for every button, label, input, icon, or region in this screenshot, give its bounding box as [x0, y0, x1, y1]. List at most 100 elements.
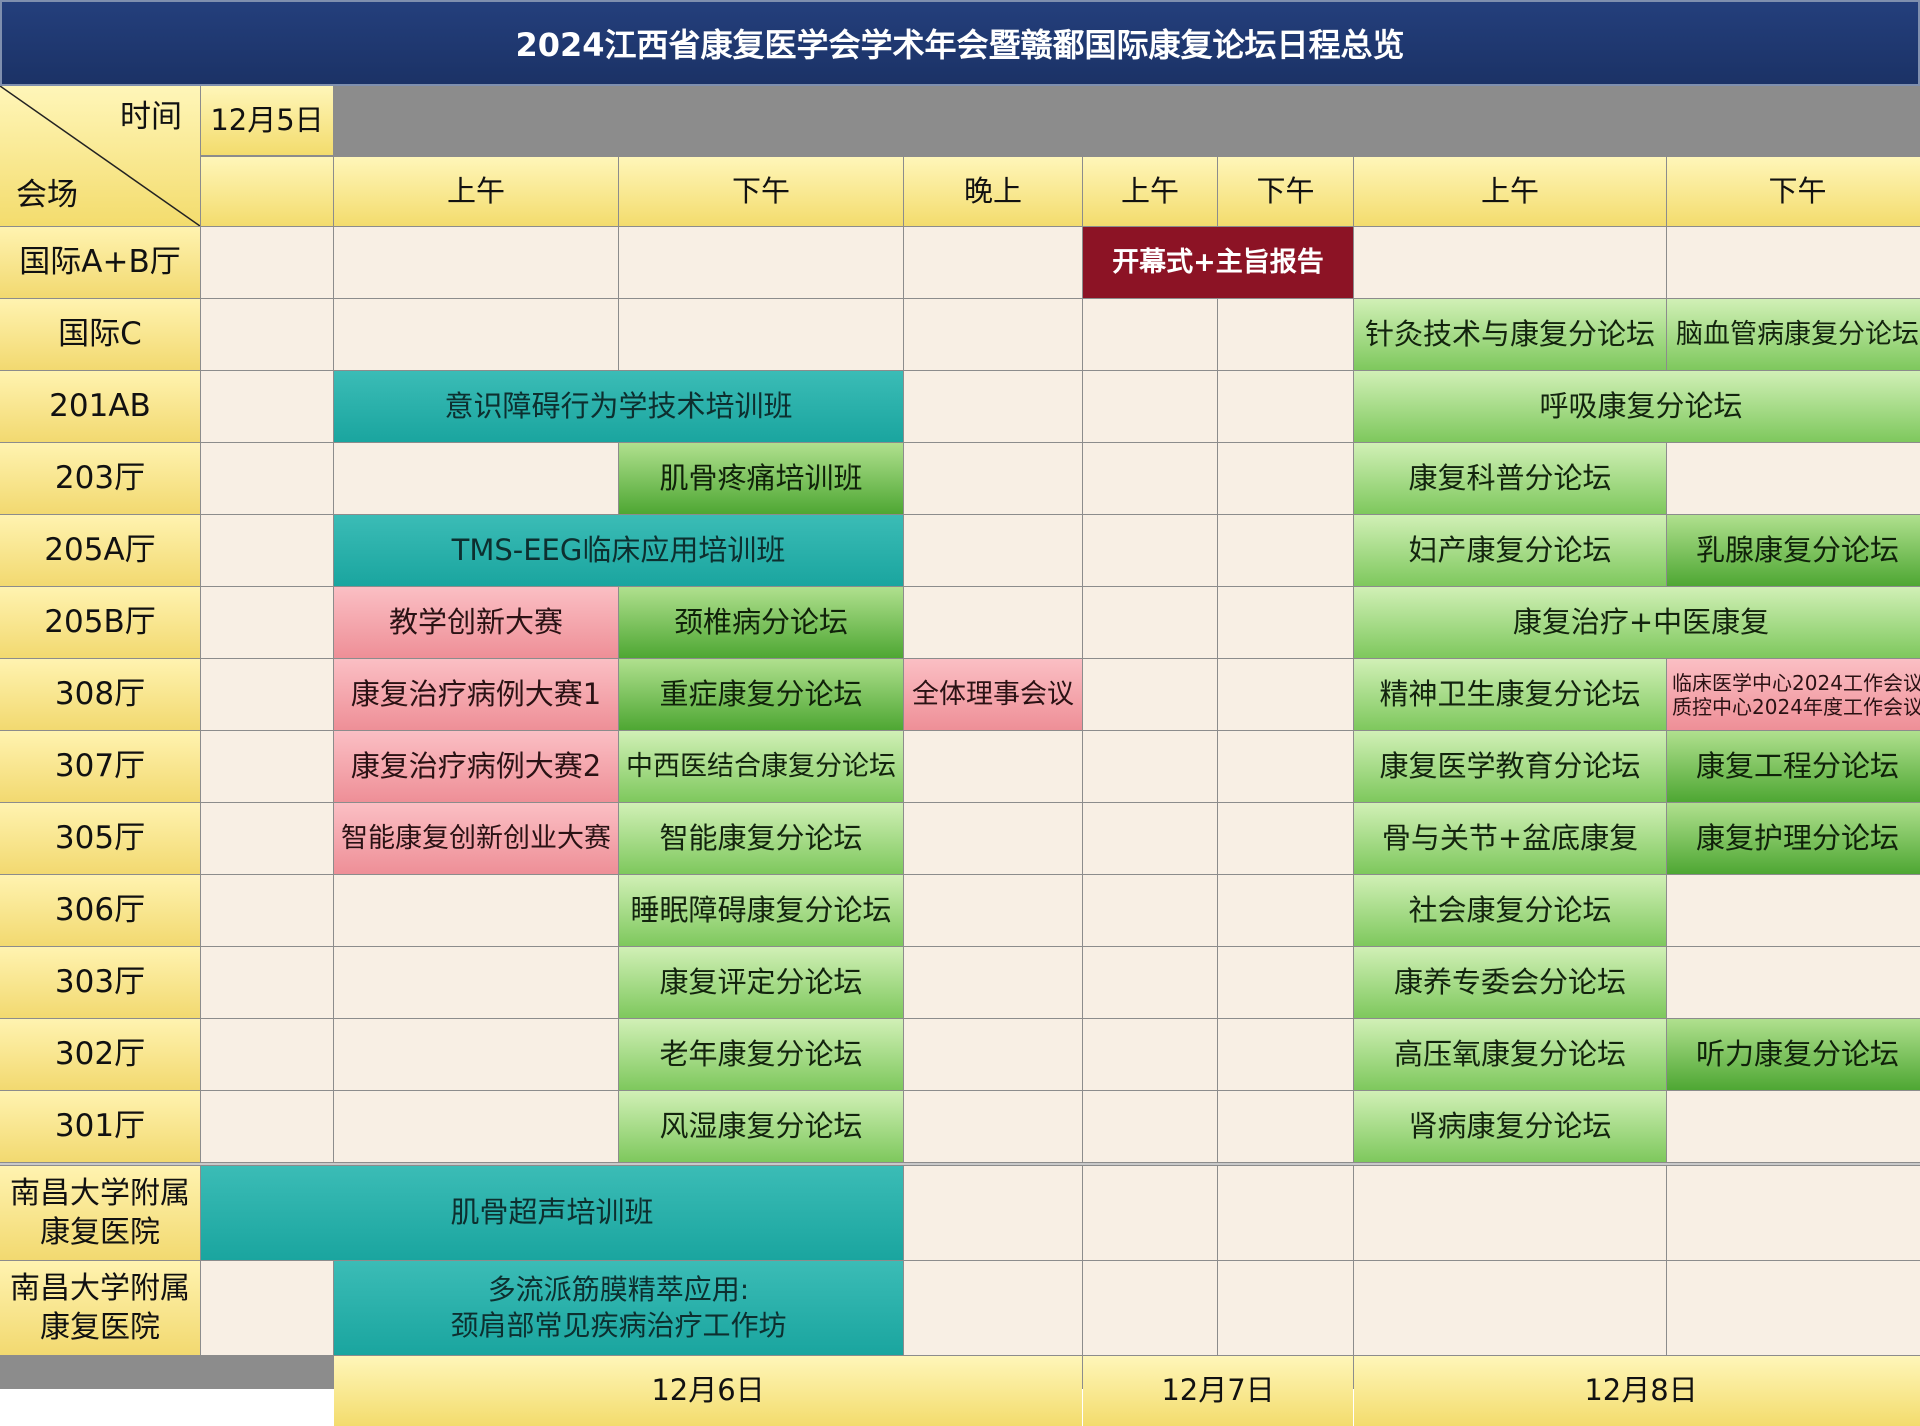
empty-cell	[1083, 443, 1217, 514]
empty-cell	[1083, 1091, 1217, 1162]
empty-cell	[201, 731, 333, 802]
empty-cell	[1218, 371, 1353, 442]
schedule-page: 2024江西省康复医学会学术年会暨赣鄱国际康复论坛日程总览 时间 会场 12月5…	[0, 0, 1920, 1426]
session-fascia-line2: 颈肩部常见疾病治疗工作坊	[450, 1309, 787, 1342]
empty-cell	[201, 947, 333, 1018]
session-case1: 康复治疗病例大赛1	[334, 659, 618, 730]
period-dec5-empty	[201, 157, 333, 226]
empty-cell	[1218, 1019, 1353, 1090]
empty-cell	[1667, 947, 1920, 1018]
venue-205a: 205A厅	[0, 515, 200, 586]
session-obstetric: 妇产康复分论坛	[1354, 515, 1666, 586]
venue-305: 305厅	[0, 803, 200, 874]
session-teaching: 教学创新大赛	[334, 587, 618, 658]
empty-cell	[1218, 299, 1353, 370]
empty-cell	[1218, 803, 1353, 874]
empty-cell	[201, 587, 333, 658]
empty-cell	[201, 443, 333, 514]
empty-cell	[904, 443, 1082, 514]
session-mental: 精神卫生康复分论坛	[1354, 659, 1666, 730]
empty-cell	[1083, 731, 1217, 802]
period-dec6-pm: 下午	[619, 157, 903, 226]
session-education: 康复医学教育分论坛	[1354, 731, 1666, 802]
empty-cell	[1218, 515, 1353, 586]
empty-cell	[904, 227, 1082, 298]
empty-cell	[1083, 803, 1217, 874]
session-smart-contest: 智能康复创新创业大赛	[334, 803, 618, 874]
empty-cell	[334, 299, 618, 370]
venue-303: 303厅	[0, 947, 200, 1018]
session-council: 全体理事会议	[904, 659, 1082, 730]
session-opening: 开幕式+主旨报告	[1083, 227, 1353, 298]
date-dec8: 12月8日	[1354, 1356, 1920, 1426]
empty-cell	[904, 371, 1082, 442]
session-social: 社会康复分论坛	[1354, 875, 1666, 946]
session-clinical-center-line1: 临床医学中心2024工作会议	[1672, 670, 1920, 695]
empty-cell	[1083, 659, 1217, 730]
empty-cell	[619, 299, 903, 370]
session-cervical: 颈椎病分论坛	[619, 587, 903, 658]
session-therapy-tcm: 康复治疗+中医康复	[1354, 587, 1920, 658]
period-dec8-pm: 下午	[1667, 157, 1920, 226]
session-science-pop: 康复科普分论坛	[1354, 443, 1666, 514]
empty-cell	[1083, 947, 1217, 1018]
empty-cell	[1218, 587, 1353, 658]
session-integrated: 中西医结合康复分论坛	[619, 731, 903, 802]
empty-cell	[334, 443, 618, 514]
empty-cell	[334, 947, 618, 1018]
empty-cell	[904, 875, 1082, 946]
empty-cell	[1667, 443, 1920, 514]
empty-cell	[1218, 731, 1353, 802]
empty-cell	[1667, 1091, 1920, 1162]
session-fascia-line1: 多流派筋膜精萃应用:	[487, 1272, 750, 1306]
empty-cell	[201, 803, 333, 874]
venue-205b: 205B厅	[0, 587, 200, 658]
session-smart: 智能康复分论坛	[619, 803, 903, 874]
empty-cell	[1218, 443, 1353, 514]
empty-cell	[1083, 299, 1217, 370]
empty-cell	[904, 1166, 1082, 1260]
empty-cell	[1667, 875, 1920, 946]
venue-nanchang-hospital-1: 南昌大学附属 康复医院	[0, 1166, 200, 1260]
session-assessment: 康复评定分论坛	[619, 947, 903, 1018]
empty-cell	[904, 731, 1082, 802]
venue-306: 306厅	[0, 875, 200, 946]
empty-cell	[904, 1261, 1082, 1355]
session-sleep: 睡眠障碍康复分论坛	[619, 875, 903, 946]
empty-cell	[1083, 1261, 1217, 1355]
empty-cell	[1083, 515, 1217, 586]
empty-cell	[201, 515, 333, 586]
empty-cell	[201, 371, 333, 442]
session-renal: 肾病康复分论坛	[1354, 1091, 1666, 1162]
empty-cell	[334, 227, 618, 298]
period-dec6-am: 上午	[334, 157, 618, 226]
corner-header: 时间 会场	[0, 86, 200, 226]
period-dec7-am: 上午	[1083, 157, 1217, 226]
venue-308: 308厅	[0, 659, 200, 730]
session-wellness: 康养专委会分论坛	[1354, 947, 1666, 1018]
venue-203: 203厅	[0, 443, 200, 514]
empty-cell	[201, 875, 333, 946]
session-msk-pain: 肌骨疼痛培训班	[619, 443, 903, 514]
session-engineering: 康复工程分论坛	[1667, 731, 1920, 802]
session-geriatric: 老年康复分论坛	[619, 1019, 903, 1090]
empty-cell	[201, 1019, 333, 1090]
empty-cell	[904, 515, 1082, 586]
session-hearing: 听力康复分论坛	[1667, 1019, 1920, 1090]
period-dec7-pm: 下午	[1218, 157, 1353, 226]
venue-intl-ab: 国际A+B厅	[0, 227, 200, 298]
empty-cell	[1218, 947, 1353, 1018]
schedule-grid: 时间 会场 12月5日 12月6日 12月7日 12月8日 上午 下午 晚上 上…	[0, 86, 1920, 1426]
period-dec8-am: 上午	[1354, 157, 1666, 226]
session-clinical-center-line2: 质控中心2024年度工作会议	[1672, 694, 1920, 719]
empty-cell	[1354, 227, 1666, 298]
session-consciousness: 意识障碍行为学技术培训班	[334, 371, 903, 442]
empty-cell	[1218, 1166, 1353, 1260]
empty-cell	[904, 947, 1082, 1018]
empty-cell	[1083, 371, 1217, 442]
date-dec6: 12月6日	[334, 1356, 1082, 1426]
empty-cell	[334, 1091, 618, 1162]
session-hyperbaric: 高压氧康复分论坛	[1354, 1019, 1666, 1090]
empty-cell	[1354, 1166, 1666, 1260]
session-case2: 康复治疗病例大赛2	[334, 731, 618, 802]
